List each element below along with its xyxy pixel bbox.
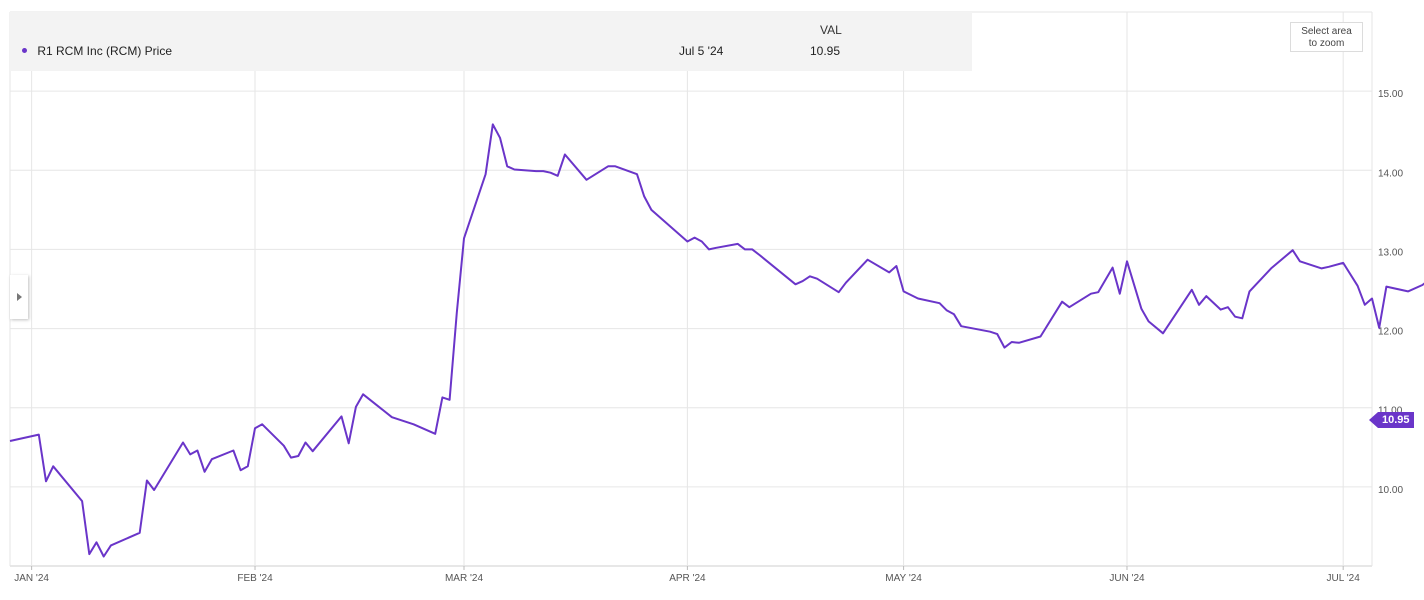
y-tick-label: 13.00 (1378, 247, 1403, 258)
x-tick-label: MAR '24 (445, 573, 483, 584)
series-line (9, 123, 1424, 558)
x-tick-label: APR '24 (669, 573, 706, 584)
legend-panel (10, 12, 972, 71)
chart-plot[interactable]: JAN '24 FEB '24 MAR '24 APR '24 MAY '24 JUN '… (0, 0, 1424, 595)
last-value-badge: 10.95 (1378, 412, 1414, 428)
x-tick-label: FEB '24 (237, 573, 273, 584)
last-value-badge-pointer (1369, 412, 1378, 428)
legend-series[interactable]: R1 RCM Inc (RCM) Price (22, 44, 172, 58)
y-tick-label: 14.00 (1378, 168, 1403, 179)
zoom-button-line1: Select area (1301, 26, 1352, 37)
x-tick-label: JAN '24 (14, 573, 49, 584)
x-axis: JAN '24 FEB '24 MAR '24 APR '24 MAY '24 JUN '… (14, 566, 1360, 584)
select-area-zoom-button[interactable]: Select area to zoom (1290, 22, 1363, 52)
legend-date: Jul 5 '24 (679, 44, 724, 58)
chart-root: JAN '24 FEB '24 MAR '24 APR '24 MAY '24 JUN '… (0, 0, 1424, 595)
legend-value: 10.95 (810, 44, 841, 58)
x-tick-label: JUL '24 (1327, 573, 1361, 584)
series-layer (9, 123, 1424, 558)
y-tick-label: 12.00 (1378, 327, 1403, 338)
x-tick-label: MAY '24 (885, 573, 922, 584)
chevron-right-icon (16, 293, 22, 301)
legend-series-label: R1 RCM Inc (RCM) Price (37, 44, 173, 58)
x-tick-label: JUN '24 (1109, 573, 1145, 584)
legend-series-marker (22, 48, 27, 54)
legend-header: VAL (820, 23, 842, 37)
y-tick-label: 15.00 (1378, 89, 1403, 100)
y-axis: 10.0011.0012.0013.0014.0015.00 (1378, 89, 1403, 496)
grid-layer (9, 11, 1373, 567)
expand-panel-button[interactable] (10, 275, 28, 319)
y-tick-label: 10.00 (1378, 485, 1403, 496)
zoom-button-line2: to zoom (1308, 38, 1345, 49)
